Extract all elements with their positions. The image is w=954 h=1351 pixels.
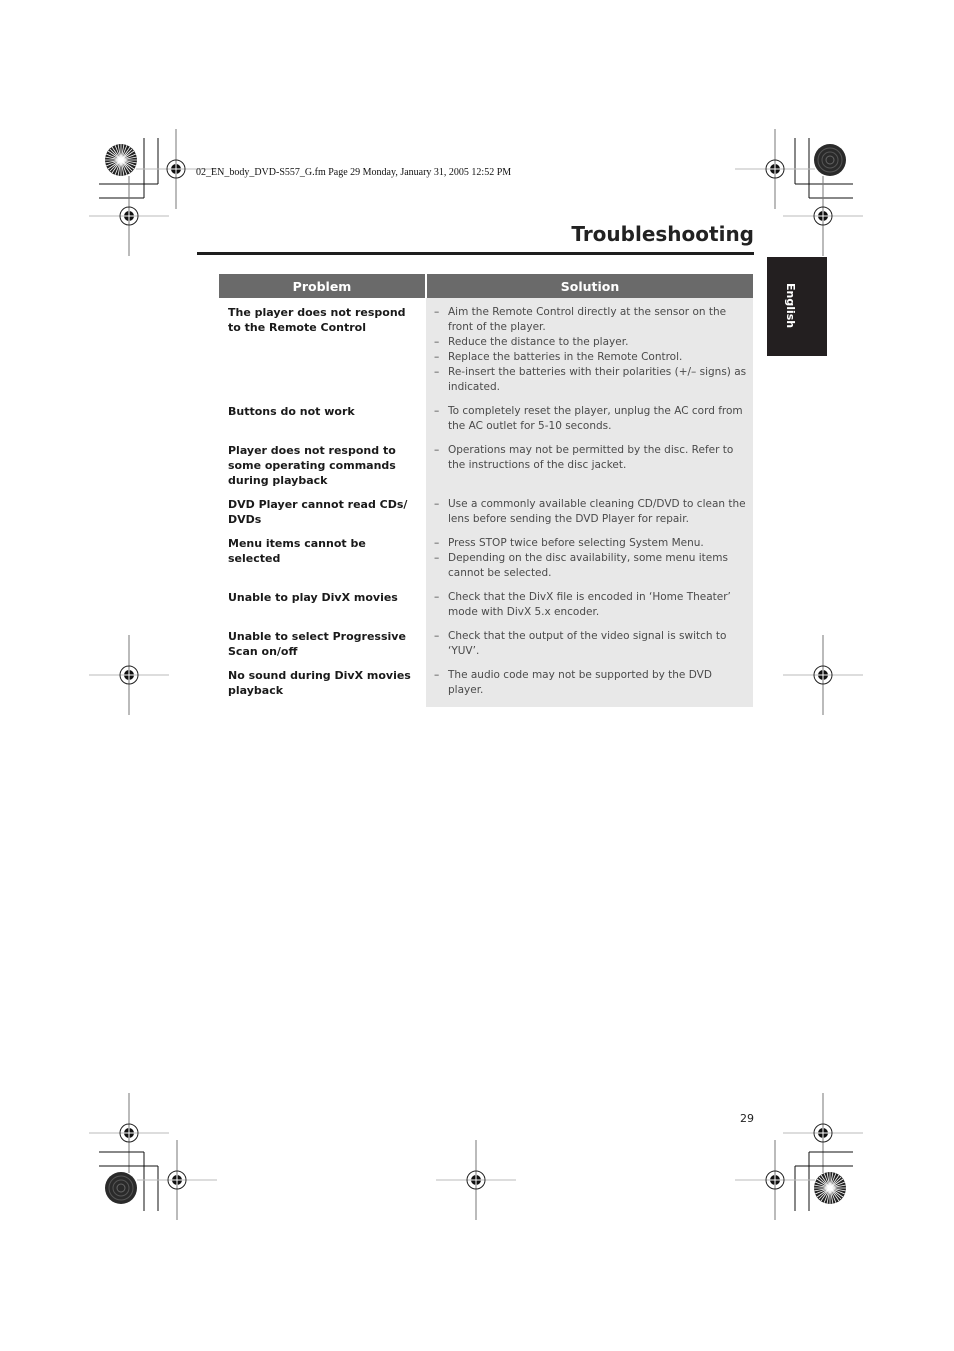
title-rule <box>197 252 754 255</box>
table-row: Menu items cannot be selected Press STOP … <box>219 536 753 590</box>
solution-cell: Press STOP twice before selecting System… <box>426 536 753 590</box>
solution-list: Press STOP twice before selecting System… <box>434 536 749 581</box>
solution-item: Check that the output of the video signa… <box>434 629 749 659</box>
solution-list: Check that the DivX file is encoded in ‘… <box>434 590 749 620</box>
page-number: 29 <box>740 1112 754 1125</box>
table-row: DVD Player cannot read CDs/ DVDs Use a co… <box>219 497 753 536</box>
crosshair-icon <box>88 634 170 716</box>
crosshair-icon <box>88 1092 170 1174</box>
table-row: The player does not respond to the Remot… <box>219 298 753 404</box>
crosshair-icon <box>734 1139 816 1221</box>
crosshair-icon <box>782 634 864 716</box>
crosshair-icon <box>88 175 170 257</box>
solution-item: Depending on the disc availability, some… <box>434 551 749 581</box>
table-header-row: Problem Solution <box>219 274 753 298</box>
page-title: Troubleshooting <box>571 222 754 246</box>
solution-item: Re-insert the batteries with their polar… <box>434 365 749 395</box>
solution-item: Replace the batteries in the Remote Cont… <box>434 350 749 365</box>
solution-cell: Use a commonly available cleaning CD/DVD… <box>426 497 753 536</box>
solution-item: Press STOP twice before selecting System… <box>434 536 749 551</box>
solution-item: Reduce the distance to the player. <box>434 335 749 350</box>
troubleshooting-table: Problem Solution The player does not res… <box>219 274 753 707</box>
solution-list: Check that the output of the video signa… <box>434 629 749 659</box>
solution-item: To completely reset the player, unplug t… <box>434 404 749 434</box>
solution-list: Aim the Remote Control directly at the s… <box>434 305 749 395</box>
table-row: Player does not respond to some operatin… <box>219 443 753 497</box>
problem-cell: Player does not respond to some operatin… <box>228 444 396 487</box>
solution-cell: The audio code may not be supported by t… <box>426 668 753 707</box>
problem-cell: The player does not respond to the Remot… <box>228 306 406 334</box>
solution-cell: Check that the DivX file is encoded in ‘… <box>426 590 753 629</box>
crosshair-icon <box>136 1139 218 1221</box>
solution-list: To completely reset the player, unplug t… <box>434 404 749 434</box>
crosshair-icon <box>734 128 816 210</box>
problem-cell: Unable to select Progressive Scan on/off <box>228 630 406 658</box>
solution-list: The audio code may not be supported by t… <box>434 668 749 698</box>
problem-cell: Menu items cannot be selected <box>228 537 366 565</box>
registration-disc-icon <box>813 143 847 177</box>
crosshair-icon <box>435 1139 517 1221</box>
solution-item: Operations may not be permitted by the d… <box>434 443 749 473</box>
column-header-solution: Solution <box>426 274 753 298</box>
problem-cell: DVD Player cannot read CDs/ DVDs <box>228 498 408 526</box>
crosshair-icon <box>782 175 864 257</box>
table-body: The player does not respond to the Remot… <box>219 298 753 707</box>
solution-item: Check that the DivX file is encoded in ‘… <box>434 590 749 620</box>
problem-cell: No sound during DivX movies playback <box>228 669 411 697</box>
table-row: Buttons do not work To completely reset t… <box>219 404 753 443</box>
language-tab: English <box>767 257 827 356</box>
solution-item: Aim the Remote Control directly at the s… <box>434 305 749 335</box>
column-header-problem: Problem <box>219 274 427 298</box>
table-row: Unable to select Progressive Scan on/off… <box>219 629 753 668</box>
solution-cell: Operations may not be permitted by the d… <box>426 443 753 497</box>
problem-cell: Unable to play DivX movies <box>228 591 398 604</box>
table-row: No sound during DivX movies playback The … <box>219 668 753 707</box>
solution-list: Operations may not be permitted by the d… <box>434 443 749 473</box>
solution-cell: Check that the output of the video signa… <box>426 629 753 668</box>
file-header: 02_EN_body_DVD-S557_G.fm Page 29 Monday,… <box>196 167 512 178</box>
registration-starburst-icon <box>813 1171 847 1205</box>
crosshair-icon <box>782 1092 864 1174</box>
table-row: Unable to play DivX movies Check that the… <box>219 590 753 629</box>
problem-cell: Buttons do not work <box>228 405 355 418</box>
solution-item: The audio code may not be supported by t… <box>434 668 749 698</box>
solution-list: Use a commonly available cleaning CD/DVD… <box>434 497 749 527</box>
language-tab-label: English <box>784 283 797 329</box>
registration-disc-icon <box>104 1171 138 1205</box>
registration-starburst-icon <box>104 143 138 177</box>
solution-cell: Aim the Remote Control directly at the s… <box>426 298 753 404</box>
solution-item: Use a commonly available cleaning CD/DVD… <box>434 497 749 527</box>
solution-cell: To completely reset the player, unplug t… <box>426 404 753 443</box>
